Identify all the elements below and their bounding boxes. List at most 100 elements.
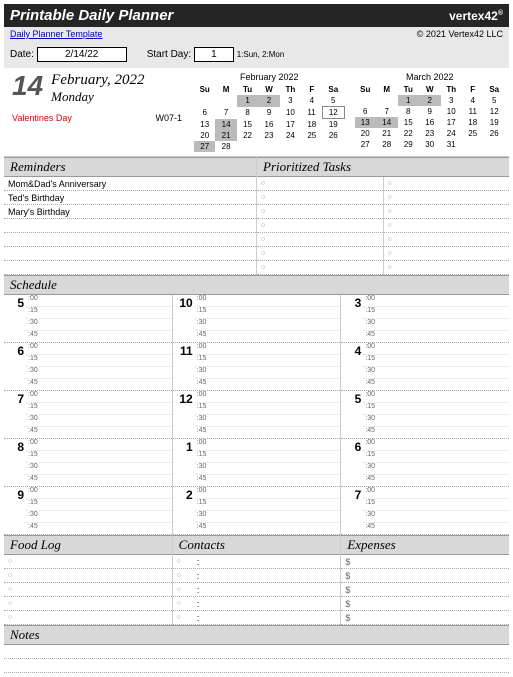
minute-row[interactable]: :45 (195, 331, 341, 342)
minute-row[interactable]: :30 (195, 511, 341, 523)
contact-line[interactable]: ○: (173, 555, 341, 569)
list-line[interactable] (4, 645, 509, 659)
minute-row[interactable]: :00 (26, 487, 172, 499)
minute-row[interactable]: :45 (363, 331, 509, 342)
list-line[interactable]: ○ (4, 555, 172, 569)
task-line[interactable]: ○ (257, 219, 383, 233)
template-link[interactable]: Daily Planner Template (10, 29, 102, 39)
minute-row[interactable]: :30 (26, 415, 172, 427)
minute-row[interactable]: :30 (363, 319, 509, 331)
minute-row[interactable]: :30 (26, 319, 172, 331)
expense-line[interactable]: $ (341, 611, 509, 625)
minute-row[interactable]: :45 (363, 475, 509, 486)
expense-line[interactable]: $ (341, 569, 509, 583)
minute-row[interactable]: :15 (363, 499, 509, 511)
task-line[interactable]: ○ (257, 247, 383, 261)
minute-row[interactable]: :00 (363, 439, 509, 451)
minute-row[interactable]: :30 (363, 463, 509, 475)
minute-row[interactable]: :15 (195, 355, 341, 367)
minute-row[interactable]: :15 (363, 403, 509, 415)
date-input[interactable] (37, 47, 127, 62)
contact-line[interactable]: ○: (173, 569, 341, 583)
minute-row[interactable]: :30 (26, 367, 172, 379)
minute-row[interactable]: :15 (195, 499, 341, 511)
minute-row[interactable]: :15 (26, 499, 172, 511)
minute-row[interactable]: :15 (195, 403, 341, 415)
list-line[interactable] (4, 659, 509, 673)
reminder-line[interactable] (4, 219, 256, 233)
minute-row[interactable]: :15 (26, 307, 172, 319)
reminder-line[interactable] (4, 247, 256, 261)
reminder-line[interactable] (4, 233, 256, 247)
minute-row[interactable]: :45 (195, 379, 341, 390)
task-line[interactable]: ○ (384, 261, 510, 275)
minute-row[interactable]: :45 (195, 427, 341, 438)
minute-row[interactable]: :45 (26, 379, 172, 390)
task-line[interactable]: ○ (257, 261, 383, 275)
contact-line[interactable]: ○: (173, 611, 341, 625)
task-line[interactable]: ○ (384, 205, 510, 219)
reminder-line[interactable]: Mom&Dad's Anniversary (4, 177, 256, 191)
list-line[interactable]: ○ (4, 597, 172, 611)
minute-row[interactable]: :30 (363, 511, 509, 523)
contact-line[interactable]: ○: (173, 583, 341, 597)
task-line[interactable]: ○ (384, 233, 510, 247)
minute-row[interactable]: :45 (363, 379, 509, 390)
minute-row[interactable]: :15 (195, 451, 341, 463)
reminder-line[interactable] (4, 261, 256, 275)
minute-row[interactable]: :30 (26, 463, 172, 475)
minute-row[interactable]: :00 (363, 391, 509, 403)
minute-row[interactable]: :15 (363, 307, 509, 319)
minute-row[interactable]: :45 (195, 523, 341, 534)
minute-row[interactable]: :00 (195, 343, 341, 355)
minute-row[interactable]: :45 (26, 523, 172, 534)
minute-row[interactable]: :00 (195, 295, 341, 307)
minute-row[interactable]: :30 (195, 415, 341, 427)
task-line[interactable]: ○ (384, 191, 510, 205)
minute-row[interactable]: :00 (195, 487, 341, 499)
minute-row[interactable]: :00 (26, 439, 172, 451)
minute-row[interactable]: :00 (363, 487, 509, 499)
minute-row[interactable]: :00 (195, 439, 341, 451)
minute-row[interactable]: :45 (26, 331, 172, 342)
reminder-line[interactable]: Mary's Birthday (4, 205, 256, 219)
minute-row[interactable]: :30 (26, 511, 172, 523)
minute-row[interactable]: :30 (195, 367, 341, 379)
minute-row[interactable]: :00 (26, 343, 172, 355)
minute-row[interactable]: :30 (363, 367, 509, 379)
task-line[interactable]: ○ (257, 191, 383, 205)
minute-row[interactable]: :45 (363, 523, 509, 534)
minute-row[interactable]: :30 (363, 415, 509, 427)
task-line[interactable]: ○ (384, 177, 510, 191)
minute-row[interactable]: :00 (26, 391, 172, 403)
task-line[interactable]: ○ (384, 247, 510, 261)
task-line[interactable]: ○ (384, 219, 510, 233)
expense-line[interactable]: $ (341, 583, 509, 597)
minute-row[interactable]: :15 (195, 307, 341, 319)
list-line[interactable]: ○ (4, 583, 172, 597)
minute-row[interactable]: :15 (26, 355, 172, 367)
minute-row[interactable]: :15 (26, 403, 172, 415)
minute-row[interactable]: :00 (26, 295, 172, 307)
minute-row[interactable]: :00 (363, 343, 509, 355)
minute-row[interactable]: :00 (195, 391, 341, 403)
list-line[interactable]: ○ (4, 611, 172, 625)
task-line[interactable]: ○ (257, 233, 383, 247)
minute-row[interactable]: :15 (363, 451, 509, 463)
minute-row[interactable]: :15 (26, 451, 172, 463)
task-line[interactable]: ○ (257, 205, 383, 219)
minute-row[interactable]: :45 (26, 475, 172, 486)
contact-line[interactable]: ○: (173, 597, 341, 611)
expense-line[interactable]: $ (341, 597, 509, 611)
minute-row[interactable]: :30 (195, 463, 341, 475)
minute-row[interactable]: :45 (26, 427, 172, 438)
minute-row[interactable]: :15 (363, 355, 509, 367)
minute-row[interactable]: :45 (195, 475, 341, 486)
minute-row[interactable]: :30 (195, 319, 341, 331)
expense-line[interactable]: $ (341, 555, 509, 569)
reminder-line[interactable]: Ted's Birthday (4, 191, 256, 205)
task-line[interactable]: ○ (257, 177, 383, 191)
minute-row[interactable]: :00 (363, 295, 509, 307)
list-line[interactable]: ○ (4, 569, 172, 583)
minute-row[interactable]: :45 (363, 427, 509, 438)
